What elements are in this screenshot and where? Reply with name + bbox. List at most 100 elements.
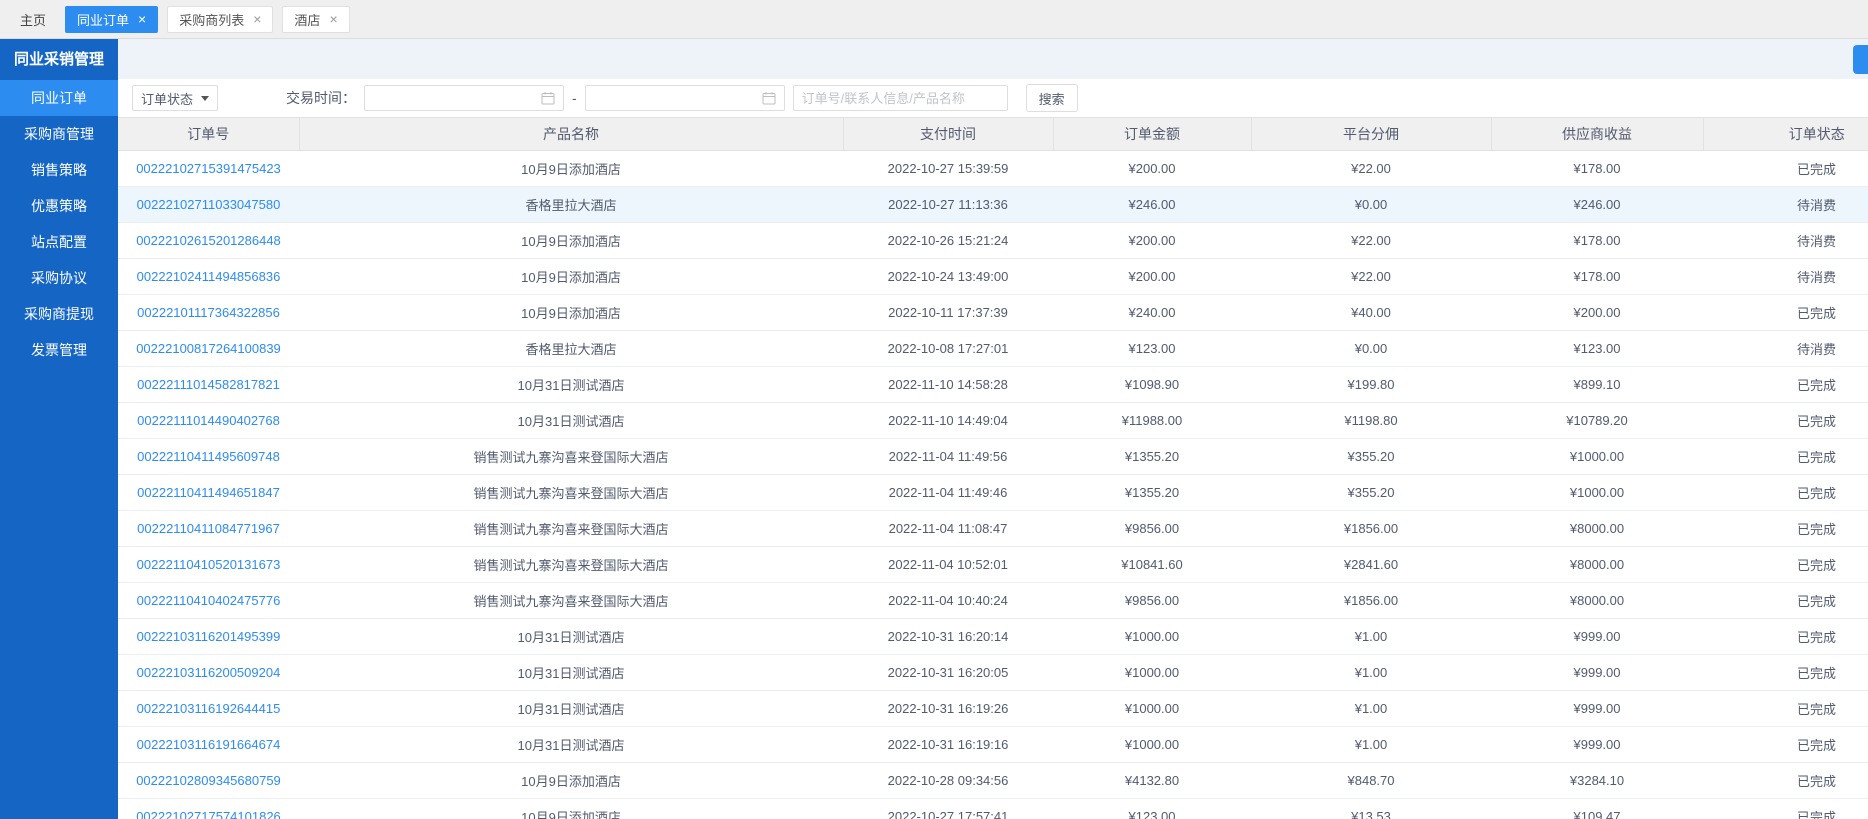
platform-commission-cell: ¥1856.00 [1251,583,1491,619]
order-amount-cell: ¥1355.20 [1053,475,1251,511]
order-number-link[interactable]: 00222101117364322856 [137,305,280,320]
pay-time-cell: 2022-10-27 17:57:41 [843,799,1053,819]
order-amount-cell: ¥1000.00 [1053,727,1251,763]
table-row: 0022211101458281782110月31日测试酒店2022-11-10… [118,367,1868,403]
order-amount-cell: ¥1000.00 [1053,619,1251,655]
product-name-cell: 10月31日测试酒店 [299,619,843,655]
order-status-cell: 待消费 [1703,223,1868,259]
search-button[interactable]: 搜索 [1026,84,1078,112]
product-name-cell: 10月9日添加酒店 [299,223,843,259]
order-status-cell: 已完成 [1703,439,1868,475]
table-row: 0022210311620149539910月31日测试酒店2022-10-31… [118,619,1868,655]
order-number-link[interactable]: 00222111014490402768 [137,413,280,428]
order-status-cell: 已完成 [1703,403,1868,439]
table-row: 0022211101449040276810月31日测试酒店2022-11-10… [118,403,1868,439]
order-number-link[interactable]: 00222102711033047580 [137,197,281,212]
order-number-link[interactable]: 00222111014582817821 [137,377,280,392]
platform-commission-cell: ¥22.00 [1251,223,1491,259]
supplier-revenue-cell: ¥8000.00 [1491,583,1703,619]
sidebar-item-discount-strategy[interactable]: 优惠策略 [0,188,118,224]
sidebar-item-site-config[interactable]: 站点配置 [0,224,118,260]
order-status-cell: 已完成 [1703,547,1868,583]
pay-time-cell: 2022-10-27 15:39:59 [843,151,1053,187]
col-order-amount: 订单金额 [1053,118,1251,151]
tab-hotel[interactable]: 酒店 × [282,6,349,33]
order-amount-cell: ¥123.00 [1053,331,1251,367]
col-order-no: 订单号 [118,118,299,151]
order-number-link[interactable]: 00222102615201286448 [136,233,281,248]
order-number-link[interactable]: 00222103116191664674 [137,737,281,752]
partial-action-button[interactable] [1853,45,1868,74]
table-row: 0022210311619264441510月31日测试酒店2022-10-31… [118,691,1868,727]
order-amount-cell: ¥10841.60 [1053,547,1251,583]
order-status-cell: 已完成 [1703,151,1868,187]
order-number-link[interactable]: 00222110410520131673 [137,557,281,572]
date-to-input[interactable] [585,85,785,111]
product-name-cell: 香格里拉大酒店 [299,331,843,367]
pay-time-cell: 2022-11-04 11:49:56 [843,439,1053,475]
pay-time-cell: 2022-10-11 17:37:39 [843,295,1053,331]
product-name-cell: 销售测试九寨沟喜来登国际大酒店 [299,439,843,475]
sidebar-item-purchaser-withdrawal[interactable]: 采购商提现 [0,296,118,332]
filter-bar: 订单状态 交易时间： - [118,79,1868,117]
order-amount-cell: ¥246.00 [1053,187,1251,223]
close-icon[interactable]: × [329,12,337,26]
search-input[interactable] [793,85,1008,111]
order-number-link[interactable]: 00222102809345680759 [136,773,281,788]
order-number-link[interactable]: 00222102717574101826 [136,809,281,819]
order-amount-cell: ¥1355.20 [1053,439,1251,475]
order-amount-cell: ¥240.00 [1053,295,1251,331]
product-name-cell: 10月31日测试酒店 [299,727,843,763]
order-number-cell: 00222102411494856836 [118,259,299,295]
sidebar-item-peer-orders[interactable]: 同业订单 [0,80,118,116]
order-number-cell: 00222110410520131673 [118,547,299,583]
date-from-input[interactable] [364,85,564,111]
supplier-revenue-cell: ¥123.00 [1491,331,1703,367]
order-number-link[interactable]: 00222103116200509204 [137,665,281,680]
order-status-select-value: 订单状态 [141,89,193,108]
table-row: 00222110410402475776销售测试九寨沟喜来登国际大酒店2022-… [118,583,1868,619]
table-row: 00222110410520131673销售测试九寨沟喜来登国际大酒店2022-… [118,547,1868,583]
pay-time-cell: 2022-10-31 16:19:16 [843,727,1053,763]
order-number-link[interactable]: 00222110410402475776 [137,593,281,608]
supplier-revenue-cell: ¥109.47 [1491,799,1703,819]
sidebar-item-purchaser-management[interactable]: 采购商管理 [0,116,118,152]
order-number-cell: 00222111014582817821 [118,367,299,403]
supplier-revenue-cell: ¥200.00 [1491,295,1703,331]
order-status-select[interactable]: 订单状态 [132,85,218,111]
sidebar-item-invoice-management[interactable]: 发票管理 [0,332,118,368]
close-icon[interactable]: × [138,12,146,26]
calendar-icon [541,91,555,105]
order-number-cell: 00222101117364322856 [118,295,299,331]
order-number-cell: 00222111014490402768 [118,403,299,439]
order-amount-cell: ¥9856.00 [1053,511,1251,547]
order-number-cell: 00222102809345680759 [118,763,299,799]
order-number-link[interactable]: 00222100817264100839 [136,341,281,356]
order-number-link[interactable]: 00222102411494856836 [137,269,281,284]
order-number-link[interactable]: 00222110411084771967 [137,521,280,536]
tab-purchaser-list[interactable]: 采购商列表 × [167,6,273,33]
pay-time-cell: 2022-10-31 16:20:05 [843,655,1053,691]
tab-peer-orders-label: 同业订单 [77,10,129,29]
order-status-cell: 待消费 [1703,187,1868,223]
sidebar-item-purchase-agreement[interactable]: 采购协议 [0,260,118,296]
tab-home[interactable]: 主页 [10,10,56,29]
sidebar-item-sales-strategy[interactable]: 销售策略 [0,152,118,188]
col-pay-time: 支付时间 [843,118,1053,151]
close-icon[interactable]: × [253,12,261,26]
order-number-link[interactable]: 00222103116201495399 [137,629,281,644]
trade-time-label: 交易时间： [286,88,356,108]
order-status-cell: 待消费 [1703,259,1868,295]
tab-peer-orders[interactable]: 同业订单 × [65,6,158,33]
order-status-cell: 已完成 [1703,295,1868,331]
order-number-cell: 00222110410402475776 [118,583,299,619]
table-row: 00222103116191664674 10月31日测试酒店2022-10-31… [118,727,1868,763]
pay-time-cell: 2022-11-04 10:52:01 [843,547,1053,583]
sidebar-title: 同业采销管理 [0,39,118,80]
order-number-link[interactable]: 00222110411495609748 [137,449,280,464]
order-number-link[interactable]: 00222103116192644415 [137,701,281,716]
orders-table-container: 订单号 产品名称 支付时间 订单金额 平台分佣 供应商收益 订单状态 00222… [118,117,1868,819]
order-number-link[interactable]: 00222110411494651847 [137,485,280,500]
order-number-link[interactable]: 00222102715391475423 [136,161,281,176]
product-name-cell: 10月9日添加酒店 [299,799,843,819]
